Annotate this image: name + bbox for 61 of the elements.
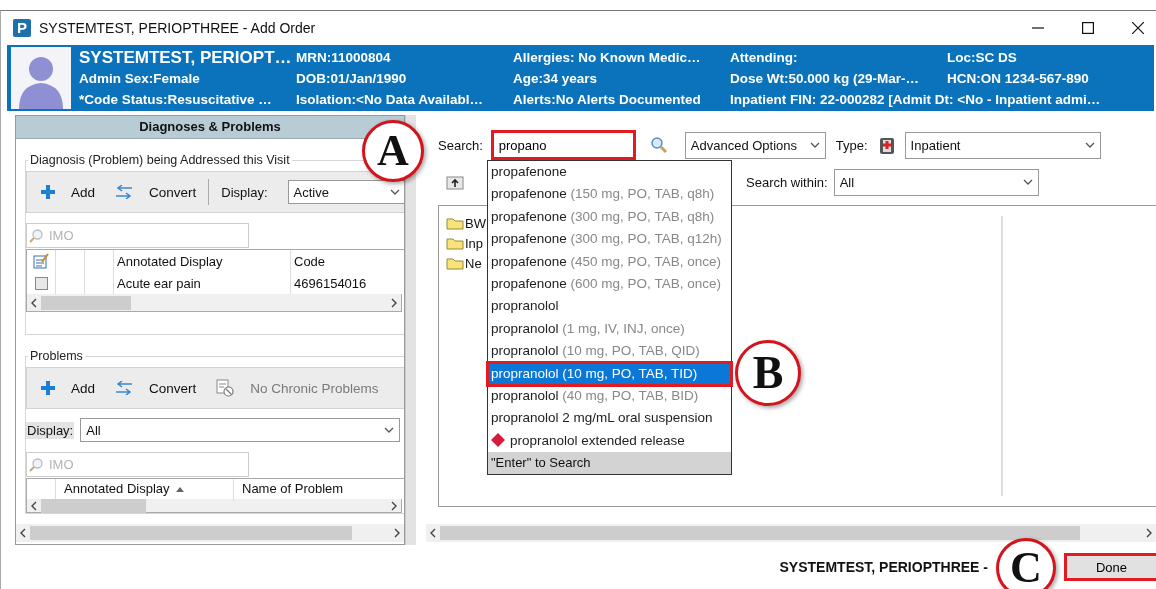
suggestion-item[interactable]: propafenone (300 mg, PO, TAB, q12h) [488, 228, 731, 251]
search-within-label: Search within: [746, 174, 828, 190]
type-label: Type: [835, 137, 868, 153]
display-dropdown[interactable]: Active [287, 180, 404, 204]
window-title: SYSTEMTEST, PERIOPTHREE - Add Order [39, 20, 316, 36]
suggestion-item[interactable]: propranolol (10 mg, PO, TAB, QID) [488, 340, 731, 363]
patient-name: SYSTEMTEST, PERIOPTHREE - [779, 559, 988, 575]
patient-info: Age:34 years [513, 69, 599, 88]
suggestion-item[interactable]: propafenone (300 mg, PO, TAB, q8h) [488, 205, 731, 229]
table-cell-text: 4696154016 [293, 274, 367, 293]
display-dropdown[interactable]: All [80, 418, 401, 442]
patient-info: Attending: [730, 48, 799, 67]
search-field[interactable]: propano [490, 130, 636, 160]
folder-item[interactable]: Inp [446, 234, 486, 252]
suggestion-item[interactable]: propranolol (1 mg, IV, INJ, once) [488, 317, 731, 341]
done-button[interactable]: Done [1064, 553, 1156, 581]
suggestion-text: propranolol extended release [510, 432, 685, 448]
search-label: Search: [438, 137, 483, 153]
patient-info: DOB:01/Jan/1990 [296, 69, 408, 88]
suggestion-item[interactable]: propranolol 2 mg/mL oral suspension [488, 407, 731, 430]
search-hint: "Enter" to Search [488, 452, 731, 475]
patient-info: *Code Status:Resuscitative … [79, 90, 273, 109]
column-header[interactable]: Name of Problem [234, 479, 344, 501]
filter-field[interactable]: IMO [26, 223, 249, 248]
toolbar-button[interactable]: Add [41, 184, 96, 200]
patient-info: Dose Wt:50.000 kg (29-Mar-… [730, 69, 921, 88]
app-logo: P [13, 19, 31, 37]
display-label: Display: [221, 184, 268, 200]
patient-info: Allergies: No Known Medic… [513, 48, 702, 67]
patient-info: Loc:SC DS [947, 48, 1018, 67]
suggestion-item[interactable]: propafenone [488, 161, 731, 184]
column-header[interactable]: Annotated Display [114, 250, 291, 272]
suggestion-row[interactable]: propranolol extended release [488, 429, 731, 453]
suggestion-item[interactable]: propranolol [488, 295, 731, 318]
advanced-options-dropdown[interactable]: Advanced Options [684, 131, 826, 159]
type-dropdown[interactable]: Inpatient [904, 131, 1101, 159]
callout-marker: C [996, 538, 1056, 589]
patient-info: Alerts:No Alerts Documented [513, 90, 702, 109]
column-header[interactable]: Code [291, 250, 326, 272]
patient-info: HCN:ON 1234-567-890 [947, 69, 1090, 88]
group-title: Diagnosis (Problem) being Addressed this Visit [29, 153, 291, 167]
display-label: Display: [26, 421, 75, 439]
toolbar-button[interactable]: Convert [115, 184, 197, 200]
folder-item[interactable]: Ne [446, 254, 486, 272]
suggestion-item[interactable]: propafenone (150 mg, PO, TAB, q8h) [488, 183, 731, 206]
suggestion-item[interactable]: propranolol (40 mg, PO, TAB, BID) [488, 384, 731, 408]
folder-item[interactable]: BW [446, 214, 486, 232]
suggestion-item[interactable]: propafenone (450 mg, PO, TAB, once) [488, 250, 731, 273]
patient-info: Admin Sex:Female [79, 69, 201, 88]
patient-info: MRN:11000804 [296, 48, 392, 67]
suggestion-item[interactable]: propranolol (10 mg, PO, TAB, TID) [488, 362, 731, 385]
patient-info: Inpatient FIN: 22-000282 [Admit Dt: <No - Inpatient admi… [730, 90, 1102, 109]
callout-marker: B [735, 340, 801, 406]
filter-field[interactable]: IMO [26, 452, 249, 477]
search-within-dropdown[interactable]: All [833, 168, 1039, 196]
suggestion-item[interactable]: propafenone (600 mg, PO, TAB, once) [488, 272, 731, 296]
toolbar-button[interactable]: Convert [115, 380, 197, 396]
group-title: Problems [29, 349, 84, 363]
toolbar-button[interactable]: Add [41, 380, 96, 396]
patient-name: SYSTEMTEST, PERIOPT… [79, 46, 293, 68]
patient-info: Isolation:<No Data Availabl… [296, 90, 484, 109]
